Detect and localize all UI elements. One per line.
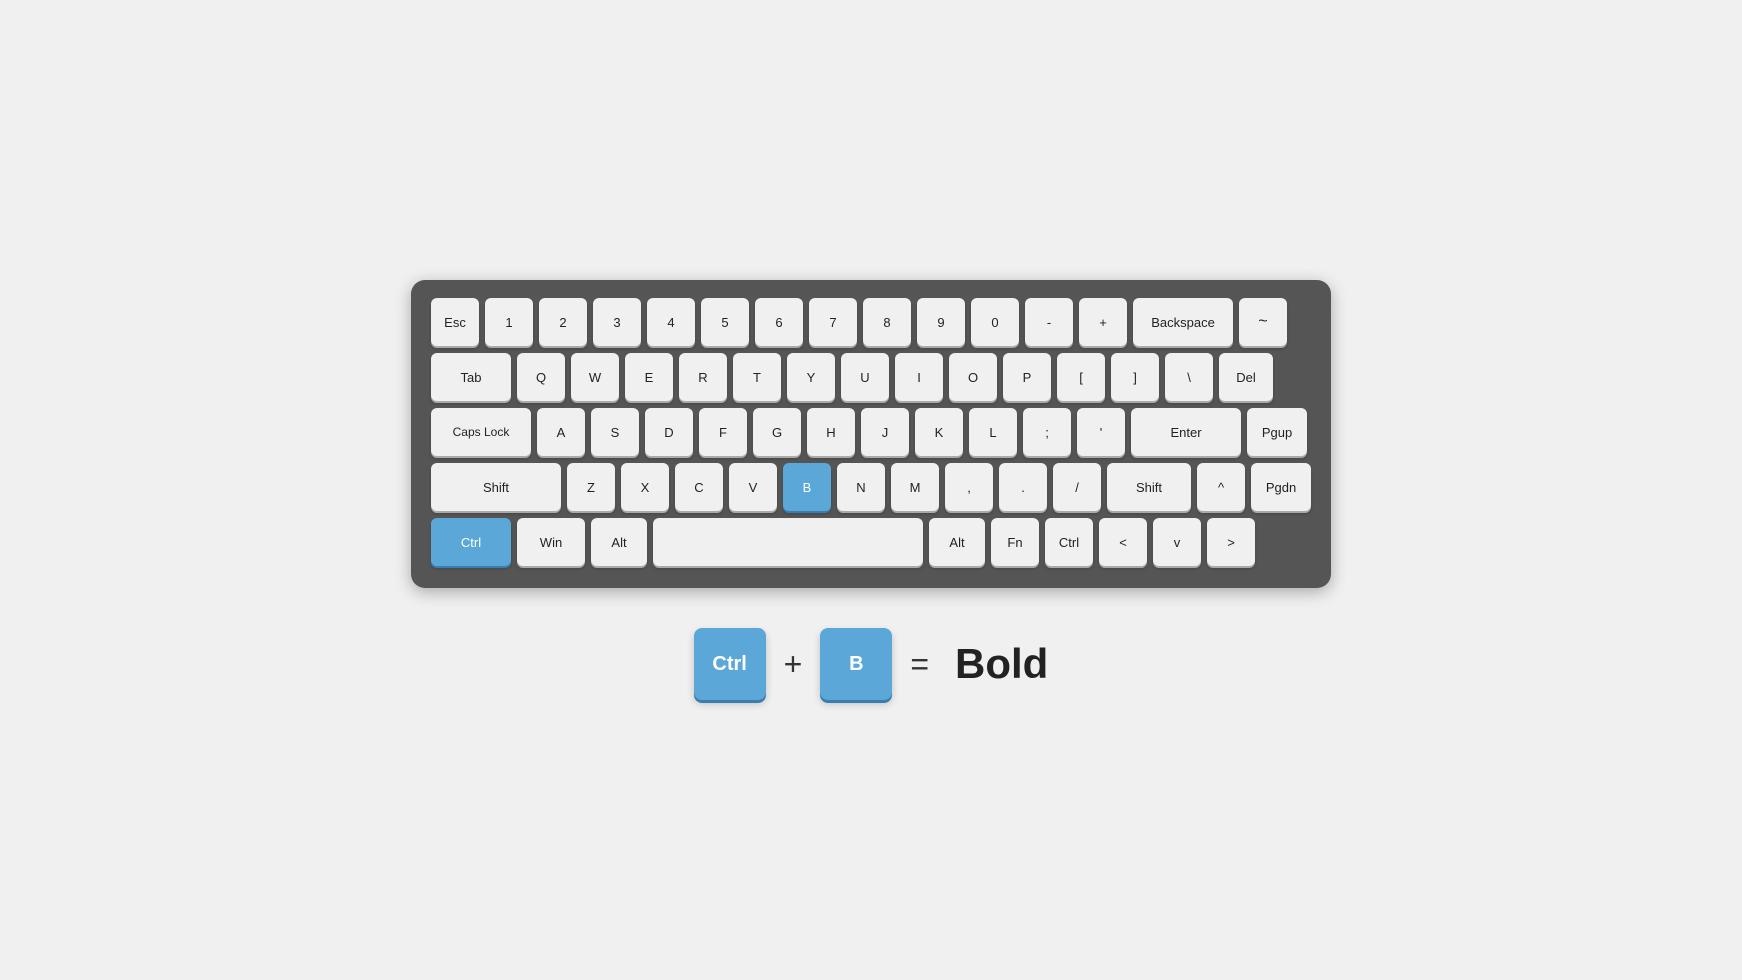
- key-esc[interactable]: Esc: [431, 298, 479, 346]
- key-alt[interactable]: Alt: [591, 518, 647, 566]
- key-pgup[interactable]: Pgup: [1247, 408, 1307, 456]
- key-n[interactable]: N: [837, 463, 885, 511]
- shortcut-b-key: B: [820, 628, 892, 700]
- key-~[interactable]: ~: [1239, 298, 1287, 346]
- key-pgdn[interactable]: Pgdn: [1251, 463, 1311, 511]
- key-c[interactable]: C: [675, 463, 723, 511]
- key-space[interactable]: [653, 518, 923, 566]
- key-shift[interactable]: Shift: [1107, 463, 1191, 511]
- key-w[interactable]: W: [571, 353, 619, 401]
- key-][interactable]: ]: [1111, 353, 1159, 401]
- key-ctrl[interactable]: Ctrl: [1045, 518, 1093, 566]
- key-backspace[interactable]: Backspace: [1133, 298, 1233, 346]
- key-1[interactable]: 1: [485, 298, 533, 346]
- key-o[interactable]: O: [949, 353, 997, 401]
- key-v[interactable]: V: [729, 463, 777, 511]
- key-.[interactable]: .: [999, 463, 1047, 511]
- key-e[interactable]: E: [625, 353, 673, 401]
- key-m[interactable]: M: [891, 463, 939, 511]
- key-ctrl[interactable]: Ctrl: [431, 518, 511, 566]
- key-a[interactable]: A: [537, 408, 585, 456]
- key-row-row3: Caps LockASDFGHJKL;'EnterPgup: [431, 408, 1311, 456]
- key-/[interactable]: /: [1053, 463, 1101, 511]
- key-j[interactable]: J: [861, 408, 909, 456]
- key-,[interactable]: ,: [945, 463, 993, 511]
- key-caps-lock[interactable]: Caps Lock: [431, 408, 531, 456]
- key-^[interactable]: ^: [1197, 463, 1245, 511]
- key-del[interactable]: Del: [1219, 353, 1273, 401]
- key-win[interactable]: Win: [517, 518, 585, 566]
- shortcut-plus: +: [784, 646, 803, 683]
- keyboard-wrapper: Esc1234567890-+Backspace~TabQWERTYUIOP[]…: [411, 280, 1331, 700]
- key-2[interactable]: 2: [539, 298, 587, 346]
- key-u[interactable]: U: [841, 353, 889, 401]
- key-y[interactable]: Y: [787, 353, 835, 401]
- key-4[interactable]: 4: [647, 298, 695, 346]
- key-enter[interactable]: Enter: [1131, 408, 1241, 456]
- shortcut-ctrl-key: Ctrl: [694, 628, 766, 700]
- key-fn[interactable]: Fn: [991, 518, 1039, 566]
- key-;[interactable]: ;: [1023, 408, 1071, 456]
- key-alt[interactable]: Alt: [929, 518, 985, 566]
- key-r[interactable]: R: [679, 353, 727, 401]
- key-row-row5: CtrlWinAltAltFnCtrl<v>: [431, 518, 1311, 566]
- key-s[interactable]: S: [591, 408, 639, 456]
- key-k[interactable]: K: [915, 408, 963, 456]
- key-0[interactable]: 0: [971, 298, 1019, 346]
- key-t[interactable]: T: [733, 353, 781, 401]
- shortcut-display: Ctrl + B = Bold: [694, 628, 1049, 700]
- key-tab[interactable]: Tab: [431, 353, 511, 401]
- key-d[interactable]: D: [645, 408, 693, 456]
- key-z[interactable]: Z: [567, 463, 615, 511]
- key-6[interactable]: 6: [755, 298, 803, 346]
- key-<[interactable]: <: [1099, 518, 1147, 566]
- key->[interactable]: >: [1207, 518, 1255, 566]
- key-7[interactable]: 7: [809, 298, 857, 346]
- key-3[interactable]: 3: [593, 298, 641, 346]
- key--[interactable]: -: [1025, 298, 1073, 346]
- key-'[interactable]: ': [1077, 408, 1125, 456]
- key-g[interactable]: G: [753, 408, 801, 456]
- key-f[interactable]: F: [699, 408, 747, 456]
- shortcut-equals: =: [910, 646, 929, 683]
- key-[[interactable]: [: [1057, 353, 1105, 401]
- key-5[interactable]: 5: [701, 298, 749, 346]
- key-p[interactable]: P: [1003, 353, 1051, 401]
- key-b[interactable]: B: [783, 463, 831, 511]
- key-v[interactable]: v: [1153, 518, 1201, 566]
- key-row-row2: TabQWERTYUIOP[]\Del: [431, 353, 1311, 401]
- key-q[interactable]: Q: [517, 353, 565, 401]
- key-row-row1: Esc1234567890-+Backspace~: [431, 298, 1311, 346]
- key-row-row4: ShiftZXCVBNM,./Shift^Pgdn: [431, 463, 1311, 511]
- key-8[interactable]: 8: [863, 298, 911, 346]
- key-i[interactable]: I: [895, 353, 943, 401]
- keyboard: Esc1234567890-+Backspace~ TabQWERTYUIOP[]…: [411, 280, 1331, 588]
- key-x[interactable]: X: [621, 463, 669, 511]
- key-+[interactable]: +: [1079, 298, 1127, 346]
- key-9[interactable]: 9: [917, 298, 965, 346]
- key-shift[interactable]: Shift: [431, 463, 561, 511]
- key-l[interactable]: L: [969, 408, 1017, 456]
- shortcut-label: Bold: [955, 640, 1048, 688]
- key-\[interactable]: \: [1165, 353, 1213, 401]
- key-h[interactable]: H: [807, 408, 855, 456]
